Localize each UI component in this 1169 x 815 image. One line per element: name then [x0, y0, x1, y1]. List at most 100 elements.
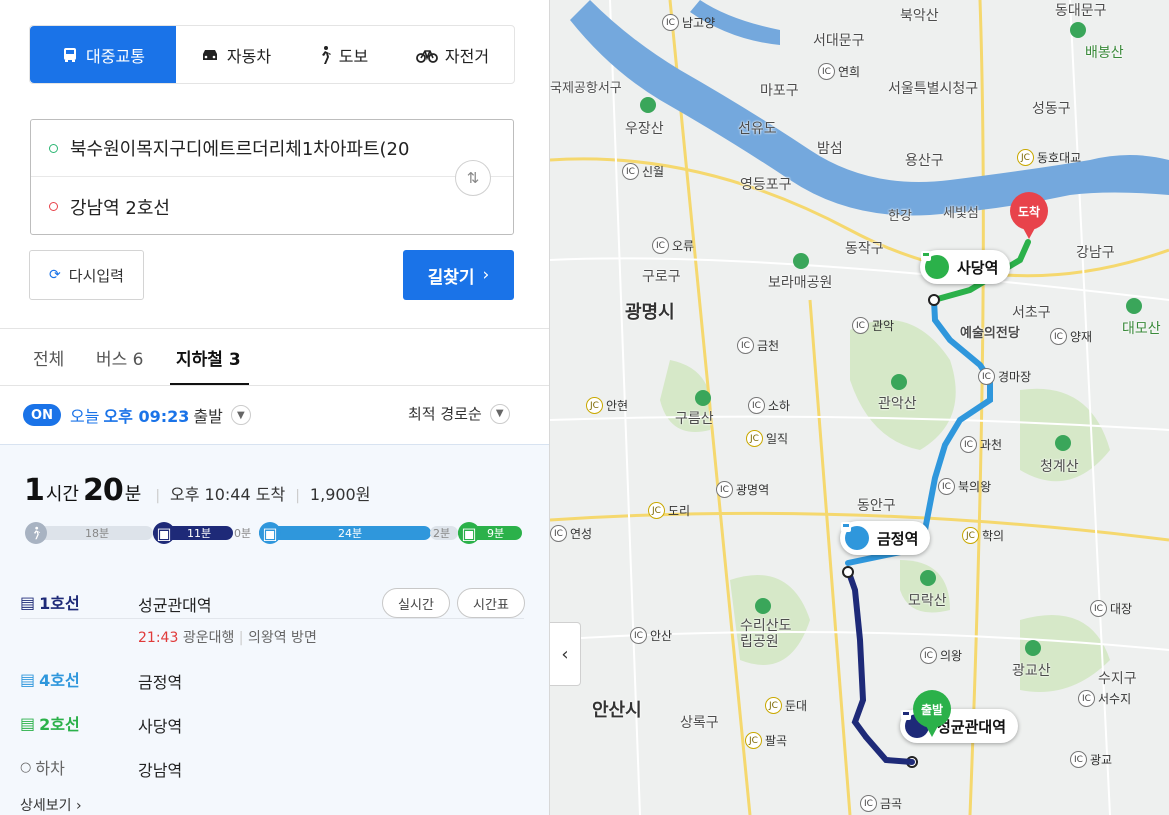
map-label: 북악산 [900, 8, 939, 24]
chevron-right-icon: › [482, 265, 490, 285]
ic-marker: IC 대장 [1090, 600, 1132, 617]
park-icon [920, 570, 936, 586]
train-icon: ▤ [20, 713, 36, 733]
map-label: 용산구 [905, 153, 944, 169]
ic-marker: IC 연희 [818, 63, 860, 80]
chevron-left-icon: ‹ [561, 643, 569, 665]
map-label: 동작구 [845, 241, 884, 257]
map-label: 수지구 [1098, 671, 1137, 687]
destination-field[interactable]: 강남역 2호선 [31, 178, 513, 235]
ic-marker: IC 오류 [652, 237, 694, 254]
map-label: 광교산 [1012, 663, 1051, 679]
sort-selector[interactable]: 최적 경로순 ▼ [408, 403, 510, 424]
mode-transit[interactable]: 대중교통 [30, 26, 176, 83]
map-view[interactable]: 서대문구 마포구 용산구 동작구 구로구 광명시 서초구 강남구 관악산 구름산… [550, 0, 1169, 815]
ic-marker: IC 경마장 [978, 368, 1031, 385]
chevron-down-icon: ▼ [489, 403, 510, 424]
car-icon [200, 47, 220, 63]
reset-button[interactable]: ⟳ 다시입력 [29, 250, 144, 300]
train-icon: ▤ [20, 669, 36, 689]
map-label: 보라매공원 [768, 275, 833, 291]
search-route-button[interactable]: 길찾기 › [403, 250, 514, 300]
chevron-right-icon: › [75, 798, 82, 814]
map-label: 구로구 [642, 269, 681, 285]
result-tabs: 전체 버스 6 지하철 3 [0, 329, 549, 385]
map-label: 밤섬 [817, 141, 843, 157]
departure-toggle[interactable]: ON [23, 404, 61, 426]
departure-time-selector[interactable]: 오늘 오후 09:23 출발 ▼ [70, 403, 251, 427]
origin-field[interactable]: 북수원이목지구디에트르더리체1차아파트(20 [31, 120, 513, 177]
detail-link[interactable]: 상세보기 › [20, 795, 82, 815]
collapse-panel-button[interactable]: ‹ [550, 622, 581, 686]
map-label: 동안구 [857, 498, 896, 514]
separator: | [238, 630, 244, 646]
segment-label: 24분 [338, 527, 363, 540]
route-result-card[interactable]: 1 시간 20 분 | 오후 10:44 도착 | 1,900원 18분 ▣ 1… [0, 444, 549, 815]
ic-marker: IC 양재 [1050, 328, 1092, 345]
mode-car[interactable]: 자동차 [176, 26, 295, 83]
map-label: 서울특별시청구 [888, 81, 979, 97]
ic-marker: IC 연성 [550, 525, 592, 542]
map-label: 예술의전당 [960, 326, 1020, 341]
map-label: 동대문구 [1055, 3, 1107, 19]
ic-marker: IC 관악 [852, 317, 894, 334]
segment-label: 18분 [85, 527, 110, 540]
map-label: 세빛섬 [943, 206, 979, 221]
segment-label: 0분 [234, 527, 252, 540]
start-marker-icon: 출발 [913, 690, 951, 737]
step-alight: ○ 하차 [20, 755, 65, 779]
ic-marker: IC 금천 [737, 337, 779, 354]
map-label: 우장산 [625, 121, 664, 137]
mode-label: 도보 [338, 46, 369, 66]
line-name: 4호선 [39, 671, 80, 690]
ic-marker: IC 북의왕 [938, 478, 991, 495]
divider [20, 618, 524, 619]
tab-all[interactable]: 전체 [33, 329, 64, 385]
map-label: 수리산도립공원 [740, 618, 792, 650]
map-label: 안산시 [592, 700, 642, 721]
minutes-unit: 분 [124, 484, 142, 505]
ic-marker: IC 소하 [748, 397, 790, 414]
mode-walk[interactable]: 도보 [295, 26, 391, 83]
park-icon [1126, 298, 1142, 314]
line-name: 1호선 [39, 594, 80, 613]
fare: 1,900원 [309, 485, 371, 504]
bus-icon [61, 46, 79, 64]
tab-bus[interactable]: 버스 6 [96, 329, 144, 385]
station-pin-sadang[interactable]: 사당역 [920, 250, 1011, 284]
ic-marker: IC 과천 [960, 436, 1002, 453]
map-label: 구름산 [675, 411, 714, 427]
ic-marker: JC 학의 [962, 527, 1004, 544]
mode-bicycle[interactable]: 자전거 [391, 26, 514, 83]
bicycle-icon [416, 47, 438, 63]
ic-marker: IC 금곡 [860, 795, 902, 812]
map-label: 한강 [888, 209, 912, 224]
park-icon [1055, 435, 1071, 451]
route-summary: 1 시간 20 분 | 오후 10:44 도착 | 1,900원 [24, 473, 370, 508]
train-icon: ▤ [20, 592, 36, 612]
departure-time: 오후 09:23 [103, 407, 190, 426]
mode-label: 자전거 [444, 46, 490, 66]
park-icon [1070, 22, 1086, 38]
timetable-button[interactable]: 시간표 [457, 588, 525, 618]
directions-app: 대중교통 자동차 도보 자전거 북수원이목지구디에트르더리체1차아파트(20 강… [0, 0, 1169, 815]
park-icon [793, 253, 809, 269]
mode-label: 자동차 [226, 46, 272, 66]
park-icon [1025, 640, 1041, 656]
map-label: 서대문구 [813, 33, 865, 49]
departure-prefix: 오늘 [70, 407, 100, 426]
swap-icon[interactable]: ⇅ [455, 160, 491, 196]
sort-label: 최적 경로순 [408, 405, 482, 423]
step-line-4: ▤ 4호선 [20, 667, 80, 691]
realtime-button[interactable]: 실시간 [382, 588, 450, 618]
station-pin-geumjeong[interactable]: 금정역 [840, 521, 931, 555]
line-name: 하차 [35, 759, 65, 778]
train-platform: 의왕역 방면 [247, 630, 317, 646]
segment-label: 2분 [433, 527, 451, 540]
end-marker-label: 도착 [1017, 204, 1041, 219]
ic-marker: IC 안산 [630, 627, 672, 644]
start-marker-label: 출발 [920, 702, 944, 717]
tab-subway[interactable]: 지하철 3 [170, 329, 249, 385]
park-icon [755, 598, 771, 614]
walk-icon [25, 522, 47, 544]
